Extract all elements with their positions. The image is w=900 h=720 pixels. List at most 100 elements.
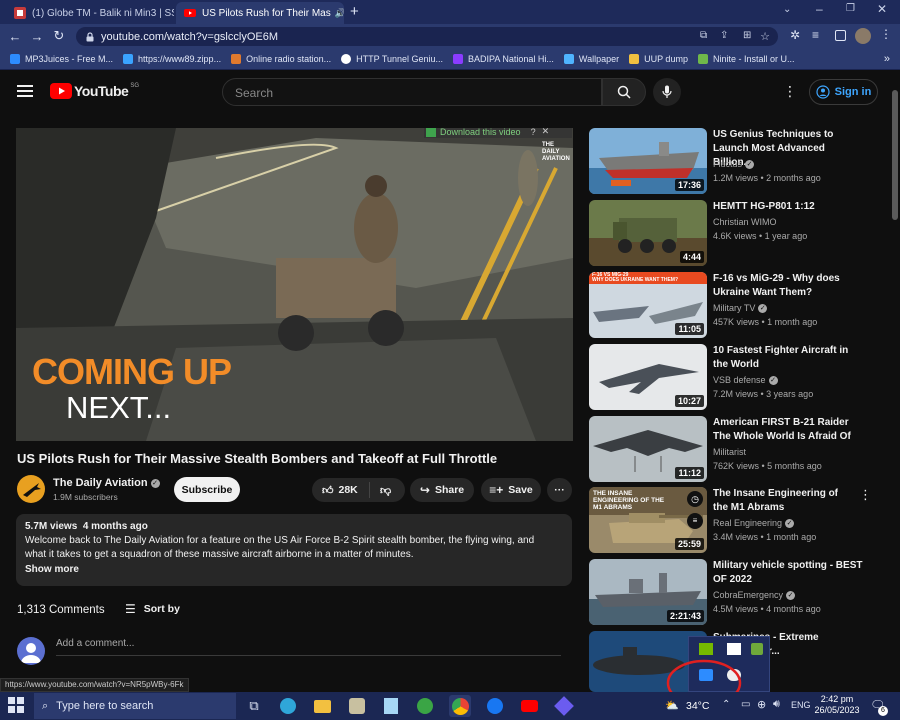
youtube-logo[interactable]: YouTube SG	[50, 83, 139, 99]
like-button[interactable]: 👍︎ 28K	[312, 482, 370, 498]
recommendation-channel[interactable]: Real Engineering ✓	[713, 518, 795, 529]
utorrent-icon[interactable]	[414, 695, 436, 717]
channel-avatar[interactable]	[17, 475, 45, 503]
bookmark-item[interactable]: Online radio station...	[231, 53, 331, 64]
save-button[interactable]: ≡+ Save	[481, 478, 541, 502]
recommendation-title[interactable]: 10 Fastest Fighter Aircraft in the World	[713, 344, 863, 372]
side-panel-icon[interactable]	[835, 30, 846, 41]
add-comment-input[interactable]: Add a comment...	[56, 638, 561, 656]
profile-avatar[interactable]	[855, 28, 871, 44]
video-thumbnail[interactable]: THE INSANE ENGINEERING OF THE M1 ABRAMS …	[589, 487, 707, 553]
reload-icon[interactable]: ↻	[48, 25, 70, 47]
facebook-icon[interactable]	[484, 695, 506, 717]
volume-icon[interactable]: 🔊︎	[773, 698, 780, 711]
new-tab-icon[interactable]: +	[350, 3, 359, 20]
more-bookmarks-icon[interactable]: »	[884, 53, 890, 65]
sort-comments-button[interactable]: ☰ Sort by	[125, 602, 180, 616]
youtube-taskbar-icon[interactable]	[518, 695, 540, 717]
minimize-icon[interactable]: –	[816, 2, 823, 16]
battery-icon[interactable]: ▭	[741, 699, 750, 710]
bookmark-item[interactable]: https://www89.zipp...	[123, 53, 221, 64]
settings-menu-icon[interactable]: ⋮	[783, 83, 797, 100]
taskbar-app-icon[interactable]	[346, 695, 368, 717]
recommendation-item[interactable]: 17:36 US Genius Techniques to Launch Mos…	[589, 128, 879, 194]
flag-icon[interactable]	[727, 643, 741, 655]
video-thumbnail[interactable]: F-16 VS MIG-29 WHY DOES UKRAINE WANT THE…	[589, 272, 707, 338]
sign-in-button[interactable]: Sign in	[809, 79, 878, 105]
notepad-icon[interactable]	[380, 695, 402, 717]
show-more-link[interactable]: Show more	[25, 563, 563, 577]
tab-youtube-video[interactable]: US Pilots Rush for Their Mas 🔊 ✕	[176, 2, 344, 24]
bookmark-item[interactable]: Wallpaper	[563, 53, 619, 64]
dislike-button[interactable]: 👎︎	[370, 484, 391, 497]
clock[interactable]: 2:42 pm 26/05/2023	[814, 694, 860, 716]
translate-icon[interactable]: ⊞	[743, 30, 751, 41]
description-box[interactable]: 5.7M views 4 months ago Welcome back to …	[16, 514, 572, 586]
forward-icon[interactable]: →	[26, 25, 48, 47]
recommendation-item[interactable]: THE INSANE ENGINEERING OF THE M1 ABRAMS …	[589, 487, 879, 553]
bookmark-item[interactable]: Ninite - Install or U...	[697, 53, 794, 64]
tab-search-icon[interactable]: ⌄	[783, 4, 791, 15]
recommendation-item[interactable]: 4:44 HEMTT HG-P801 1:12 Christian WIMO 4…	[589, 200, 879, 266]
tray-app-icon[interactable]	[751, 643, 763, 655]
recommendation-title[interactable]: F-16 vs MiG-29 - Why does Ukraine Want T…	[713, 272, 863, 300]
input-language[interactable]: ENG	[791, 700, 811, 710]
taskbar-search-box[interactable]: ⌕ Type here to search	[34, 693, 236, 719]
audio-playing-icon[interactable]: 🔊	[335, 8, 344, 19]
address-bar[interactable]: youtube.com/watch?v=gslcclyOE6M ☆	[76, 27, 778, 46]
recommendation-channel[interactable]: VSB defense ✓	[713, 375, 778, 386]
channel-name[interactable]: The Daily Aviation ✓	[53, 477, 160, 489]
tab-globe-tm[interactable]: (1) Globe TM - Balik ni Min3 | SS ✕	[6, 2, 174, 24]
video-thumbnail[interactable]: 17:36	[589, 128, 707, 194]
more-actions-button[interactable]: ···	[547, 478, 572, 502]
chrome-taskbar-icon[interactable]	[449, 695, 471, 717]
task-view-icon[interactable]: ⧉	[243, 695, 265, 717]
video-thumbnail[interactable]: 2:21:43	[589, 559, 707, 625]
tray-overflow-icon[interactable]: ⌃	[722, 699, 730, 710]
bookmark-star-icon[interactable]: ☆	[760, 30, 770, 43]
voice-search-button[interactable]	[653, 78, 681, 106]
subscribe-button[interactable]: Subscribe	[174, 477, 240, 502]
window-close-icon[interactable]: ✕	[877, 2, 887, 16]
recommendation-channel[interactable]: CobraEmergency ✓	[713, 590, 796, 601]
back-icon[interactable]: ←	[4, 25, 26, 47]
network-icon[interactable]: ⊕	[757, 698, 766, 711]
recommendation-item[interactable]: 10:27 10 Fastest Fighter Aircraft in the…	[589, 344, 879, 410]
recommendation-channel[interactable]: Christian WIMO	[713, 217, 777, 227]
hamburger-menu-icon[interactable]	[17, 85, 33, 97]
google-lens-icon[interactable]: ⧉	[700, 30, 707, 41]
video-thumbnail[interactable]: 11:12	[589, 416, 707, 482]
download-video-overlay[interactable]: Download this video ? ✕	[426, 128, 549, 137]
recommendation-channel[interactable]: Militarist	[713, 447, 746, 457]
page-scrollbar[interactable]	[890, 70, 900, 692]
chrome-menu-icon[interactable]: ⋮	[880, 27, 892, 41]
search-button[interactable]	[602, 78, 646, 106]
weather-icon[interactable]: ⛅	[665, 699, 679, 712]
scrollbar-thumb[interactable]	[892, 90, 898, 220]
recommendation-channel[interactable]: Fluctus ✓	[713, 159, 755, 170]
edge-icon[interactable]	[277, 695, 299, 717]
video-player[interactable]: Download this video ? ✕ THE DAILY AVIATI…	[16, 128, 573, 441]
watch-later-icon[interactable]: ◷	[687, 491, 703, 507]
file-explorer-icon[interactable]	[311, 695, 333, 717]
recommendation-title[interactable]: The Insane Engineering of the M1 Abrams	[713, 487, 853, 515]
share-page-icon[interactable]: ⇪	[720, 30, 728, 41]
add-to-queue-icon[interactable]: ≡	[687, 513, 703, 529]
more-options-icon[interactable]: ⋮	[859, 487, 872, 503]
weather-temperature[interactable]: 34°C	[686, 700, 709, 712]
recommendation-item[interactable]: F-16 VS MIG-29 WHY DOES UKRAINE WANT THE…	[589, 272, 879, 338]
video-thumbnail[interactable]: 10:27	[589, 344, 707, 410]
bookmark-item[interactable]: UUP dump	[629, 53, 688, 64]
recommendation-item[interactable]: 11:12 American FIRST B-21 Raider The Who…	[589, 416, 879, 482]
recommendation-title[interactable]: American FIRST B-21 Raider The Whole Wor…	[713, 416, 863, 444]
help-icon[interactable]: ?	[531, 128, 536, 137]
taskbar-app-icon[interactable]	[553, 695, 575, 717]
recommendation-title[interactable]: HEMTT HG-P801 1:12	[713, 200, 863, 214]
recommendation-item[interactable]: 2:21:43 Military vehicle spotting - BEST…	[589, 559, 879, 625]
close-icon[interactable]: ✕	[542, 128, 550, 137]
reading-list-icon[interactable]: ≡	[812, 28, 819, 42]
lock-icon[interactable]	[85, 31, 95, 42]
bookmark-item[interactable]: MP3Juices - Free M...	[10, 53, 113, 64]
extensions-icon[interactable]: ✲	[790, 28, 800, 42]
bookmark-item[interactable]: BADIPA National Hi...	[453, 53, 554, 64]
